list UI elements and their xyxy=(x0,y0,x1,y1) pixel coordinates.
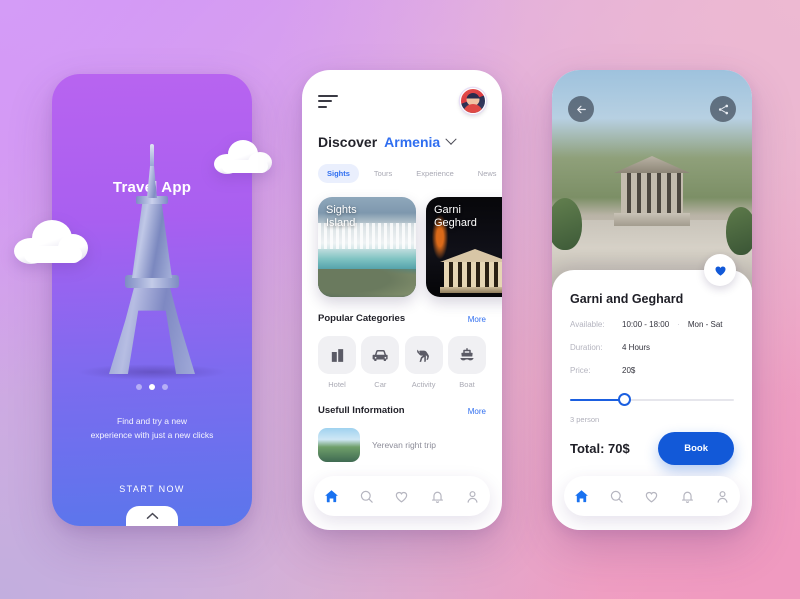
category-label: Hotel xyxy=(328,380,346,389)
detail-phone: Garni and Geghard Available: 10:00 - 18:… xyxy=(552,70,752,530)
card-title-line-2: Geghard xyxy=(434,217,477,230)
category-item-car[interactable]: Car xyxy=(361,336,400,389)
nav-home-icon[interactable] xyxy=(573,487,591,505)
hamburger-menu-icon[interactable] xyxy=(318,94,338,108)
duration-label: Duration: xyxy=(570,343,603,352)
nav-search-icon[interactable] xyxy=(608,487,626,505)
duration-row: Duration: 4 Hours xyxy=(570,343,734,352)
available-label: Available: xyxy=(570,320,605,329)
category-label: Boat xyxy=(459,380,475,389)
destination-card[interactable]: Sights Island xyxy=(318,197,416,297)
nav-home-icon[interactable] xyxy=(323,487,341,505)
popular-categories-header: Popular Categories More xyxy=(318,313,486,324)
useful-information-header: Usefull Information More xyxy=(318,405,486,416)
detail-title: Garni and Geghard xyxy=(570,292,684,306)
list-item[interactable]: Yerevan right trip xyxy=(318,428,486,462)
card-title-line-2: Island xyxy=(326,217,356,230)
info-more-link[interactable]: More xyxy=(468,407,486,416)
nav-heart-icon[interactable] xyxy=(393,487,411,505)
discover-heading: Discover Armenia xyxy=(318,133,486,150)
slider-fill xyxy=(570,399,625,401)
category-item-boat[interactable]: Boat xyxy=(447,336,486,389)
card-title-line-1: Sights xyxy=(326,204,357,216)
boat-icon xyxy=(460,348,474,361)
category-label: Activity xyxy=(411,380,436,389)
carousel-dot[interactable] xyxy=(136,384,142,390)
category-icon-list: Hotel Car Activity Boat xyxy=(318,336,486,389)
nav-bell-icon[interactable] xyxy=(678,487,696,505)
destination-card[interactable]: Garni Geghard xyxy=(426,197,502,297)
onboarding-subtitle: Find and try a new experience with just … xyxy=(64,414,240,442)
favorite-button[interactable] xyxy=(704,254,736,286)
section-title: Usefull Information xyxy=(318,405,405,416)
car-icon xyxy=(372,349,388,361)
start-now-button[interactable]: START NOW xyxy=(52,484,252,494)
available-days: Mon - Sat xyxy=(687,320,723,329)
book-button[interactable]: Book xyxy=(658,432,734,465)
subtitle-line-2: experience with just a new clicks xyxy=(90,430,214,441)
bottom-sheet-handle[interactable] xyxy=(126,506,178,526)
bottom-navigation xyxy=(314,476,490,516)
yerevan-photo xyxy=(318,428,360,462)
tab-sights[interactable]: Sights xyxy=(318,164,359,183)
discover-header xyxy=(318,88,486,114)
category-tabs: Sights Tours Experience News xyxy=(318,164,497,183)
available-row: Available: 10:00 - 18:00 · Mon - Sat xyxy=(570,320,734,329)
cloud-illustration xyxy=(214,140,274,174)
nav-heart-icon[interactable] xyxy=(643,487,661,505)
card-title-line-1: Garni xyxy=(434,204,461,216)
cloud-illustration xyxy=(14,218,92,264)
hotel-icon xyxy=(331,348,343,362)
location-selector[interactable]: Armenia xyxy=(384,134,440,150)
share-button[interactable] xyxy=(710,96,736,122)
card-title: Garni Geghard xyxy=(434,204,477,231)
tab-experience[interactable]: Experience xyxy=(407,164,463,183)
tab-news[interactable]: News xyxy=(469,164,502,183)
nav-person-icon[interactable] xyxy=(463,487,481,505)
bottom-navigation xyxy=(564,476,740,516)
category-item-hotel[interactable]: Hotel xyxy=(318,336,356,389)
tab-tours[interactable]: Tours xyxy=(365,164,401,183)
total-and-book-row: Total: 70$ Book xyxy=(570,432,734,465)
share-icon xyxy=(718,104,728,114)
price-label: Price: xyxy=(570,366,591,375)
temple-illustration xyxy=(440,249,502,293)
nav-bell-icon[interactable] xyxy=(428,487,446,505)
section-title: Popular Categories xyxy=(318,313,406,324)
total-price: Total: 70$ xyxy=(570,441,630,456)
slider-thumb[interactable] xyxy=(617,393,631,406)
arrow-left-icon xyxy=(576,105,586,113)
price-row: Price: 20$ xyxy=(570,366,734,375)
separator-dot: · xyxy=(677,320,680,329)
discover-phone: Discover Armenia Sights Tours Experience… xyxy=(302,70,502,530)
eiffel-tower-illustration xyxy=(102,144,202,374)
heart-filled-icon xyxy=(714,266,726,276)
destination-card-list: Sights Island Garni Geghard xyxy=(318,197,502,297)
carousel-dot-active[interactable] xyxy=(149,384,155,390)
available-hours: 10:00 - 18:00 xyxy=(622,320,670,329)
chevron-up-icon xyxy=(146,512,158,519)
price-value: 20$ xyxy=(622,366,636,375)
back-button[interactable] xyxy=(568,96,594,122)
chevron-down-icon[interactable] xyxy=(445,133,457,145)
duration-value: 4 Hours xyxy=(622,343,651,352)
horse-icon xyxy=(417,349,430,362)
page-title: Discover xyxy=(318,134,378,150)
subtitle-line-1: Find and try a new xyxy=(117,416,187,426)
user-avatar[interactable] xyxy=(460,88,486,114)
category-item-activity[interactable]: Activity xyxy=(404,336,443,389)
person-count-label: 3 person xyxy=(570,415,600,424)
category-label: Car xyxy=(374,380,387,389)
info-item-label: Yerevan right trip xyxy=(372,440,436,450)
nav-search-icon[interactable] xyxy=(358,487,376,505)
person-count-slider[interactable] xyxy=(570,393,734,407)
card-title: Sights Island xyxy=(326,204,357,231)
categories-more-link[interactable]: More xyxy=(468,315,486,324)
nav-person-icon[interactable] xyxy=(713,487,731,505)
carousel-dots[interactable] xyxy=(52,384,252,390)
carousel-dot[interactable] xyxy=(162,384,168,390)
